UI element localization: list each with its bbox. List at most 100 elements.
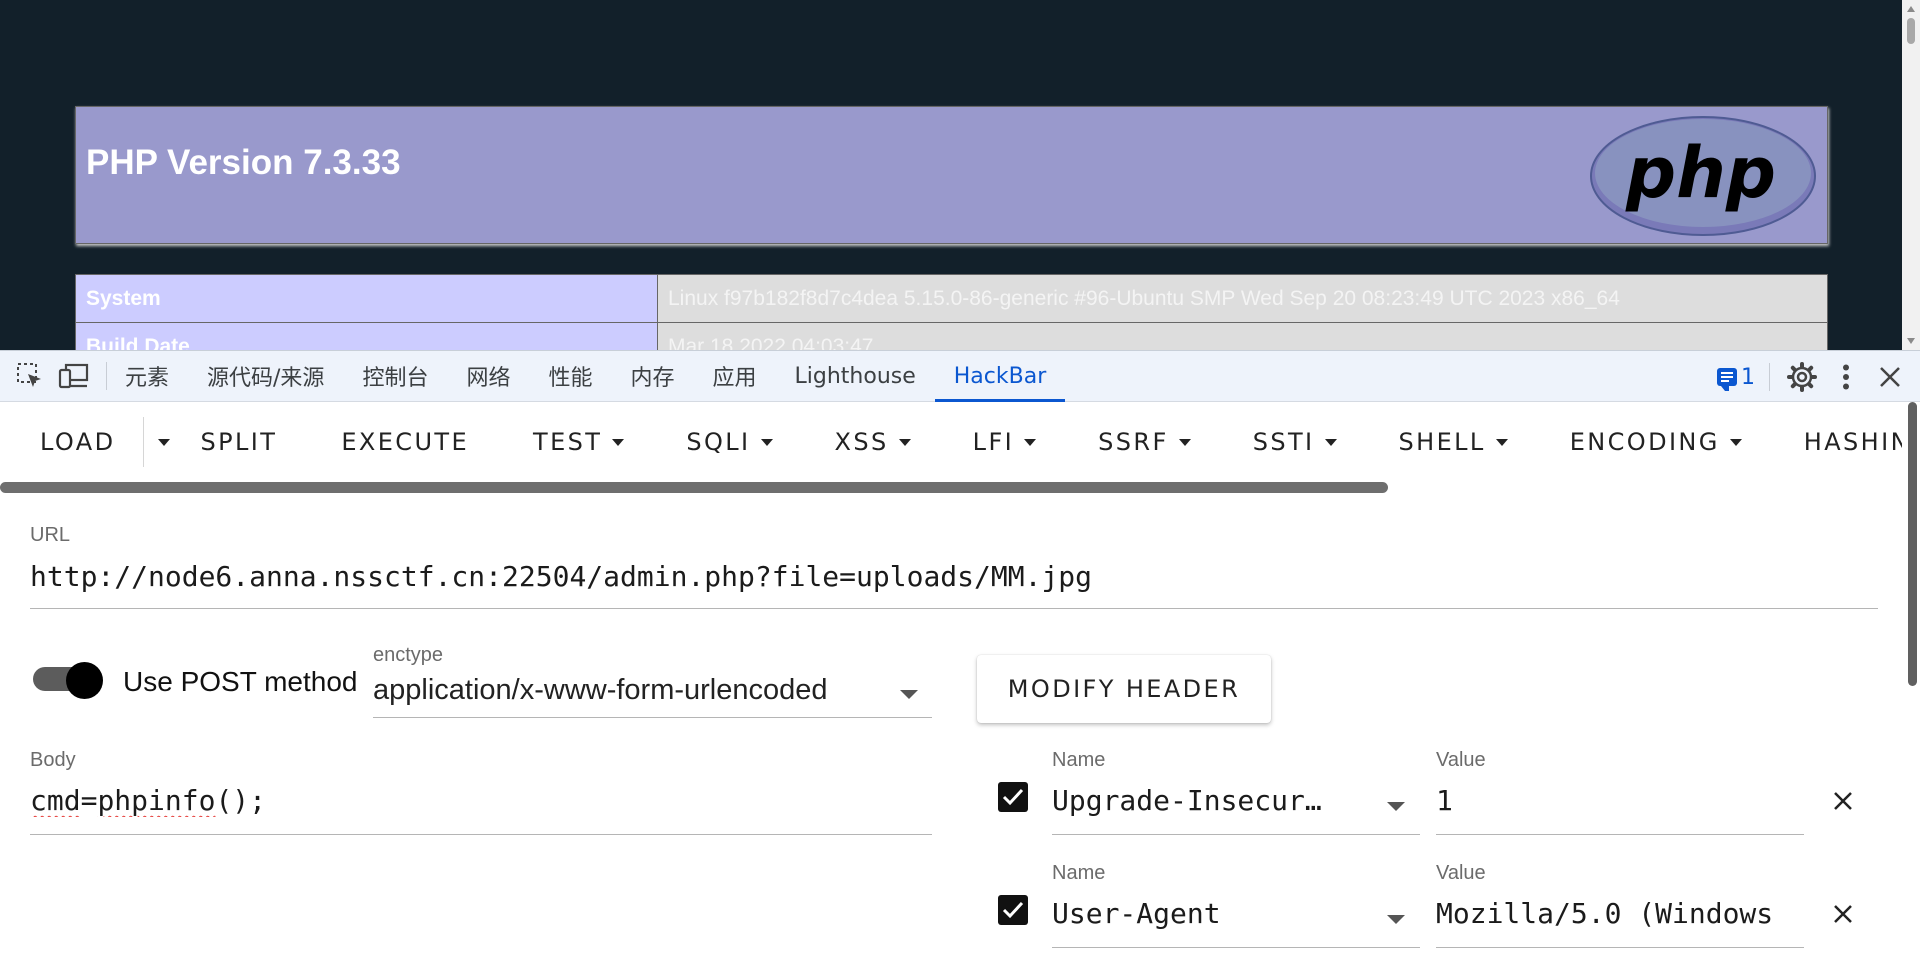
tab-hackbar[interactable]: HackBar: [934, 350, 1066, 402]
scrollbar-thumb[interactable]: [1908, 402, 1917, 686]
shell-menu-button[interactable]: SHELL: [1399, 402, 1508, 482]
php-header: PHP Version 7.3.33 php: [75, 106, 1828, 244]
enctype-dropdown-icon[interactable]: [900, 690, 918, 699]
ssti-menu-button[interactable]: SSTI: [1253, 402, 1337, 482]
header-value-label: Value: [1436, 862, 1486, 884]
body-underline: [30, 834, 932, 835]
test-menu-button[interactable]: TEST: [533, 402, 625, 482]
table-row: Build Date Mar 18 2022 04:03:47: [75, 322, 1828, 350]
issues-counter[interactable]: 1: [1717, 364, 1755, 391]
devtools-tab-bar: 元素 源代码/来源 控制台 网络 性能 内存 应用 Lighthouse Hac…: [0, 350, 1920, 402]
toolbar-divider: [1769, 363, 1770, 391]
hashing-menu-button[interactable]: HASHING: [1804, 402, 1902, 482]
scroll-down-arrow-icon[interactable]: [1907, 338, 1915, 344]
hackbar-panel: LOAD SPLIT EXECUTE TEST SQLI XSS LFI SSR…: [0, 402, 1920, 969]
tab-memory[interactable]: 内存: [611, 350, 693, 402]
check-icon: [1002, 901, 1024, 919]
row-value: Mar 18 2022 04:03:47: [657, 322, 1828, 350]
header-enabled-checkbox[interactable]: [998, 782, 1028, 812]
body-key: cmd: [30, 784, 81, 817]
header-name-label: Name: [1052, 862, 1106, 884]
row-label: System: [75, 274, 658, 323]
url-underline: [30, 608, 1878, 609]
php-logo: php: [1590, 116, 1816, 236]
load-button[interactable]: LOAD: [40, 402, 115, 482]
issues-count: 1: [1741, 364, 1755, 390]
chevron-down-icon: [898, 438, 911, 446]
body-rest: ();: [215, 784, 267, 817]
body-label: Body: [30, 749, 76, 771]
header-name-dropdown-icon[interactable]: [1387, 915, 1405, 924]
header-name-underline: [1052, 834, 1420, 835]
xss-menu-button[interactable]: XSS: [835, 402, 911, 482]
tab-sources[interactable]: 源代码/来源: [188, 350, 343, 402]
header-value-label: Value: [1436, 749, 1486, 771]
menu-label: ENCODING: [1569, 428, 1720, 456]
tab-network[interactable]: 网络: [447, 350, 529, 402]
menu-label: SHELL: [1398, 428, 1486, 456]
device-toolbar-icon[interactable]: [54, 356, 94, 396]
issues-icon: [1717, 368, 1737, 391]
inspect-element-icon[interactable]: [10, 356, 50, 396]
more-options-icon[interactable]: [1826, 357, 1866, 397]
page-scrollbar[interactable]: [1902, 0, 1920, 350]
close-devtools-icon[interactable]: [1870, 357, 1910, 397]
toolbar-horizontal-scrollbar[interactable]: [0, 482, 1388, 493]
url-label: URL: [30, 524, 71, 546]
header-name-underline: [1052, 947, 1420, 948]
hackbar-toolbar: LOAD SPLIT EXECUTE TEST SQLI XSS LFI SSR…: [0, 402, 1902, 482]
tab-lighthouse[interactable]: Lighthouse: [776, 350, 935, 402]
menu-label: TEST: [533, 428, 603, 456]
tab-application[interactable]: 应用: [694, 350, 776, 402]
chevron-down-icon: [1178, 438, 1191, 446]
ssrf-menu-button[interactable]: SSRF: [1098, 402, 1191, 482]
url-input[interactable]: http://node6.anna.nssctf.cn:22504/admin.…: [30, 560, 1878, 593]
devtools-right-controls: 1: [1717, 351, 1920, 403]
enctype-label: enctype: [373, 644, 444, 666]
remove-header-icon[interactable]: [1828, 899, 1858, 929]
split-button[interactable]: SPLIT: [200, 402, 277, 482]
tab-performance[interactable]: 性能: [529, 350, 611, 402]
scroll-up-arrow-icon[interactable]: [1907, 6, 1915, 12]
chevron-down-icon: [158, 438, 171, 446]
chevron-down-icon: [1729, 438, 1742, 446]
load-dropdown-button[interactable]: [154, 402, 171, 482]
body-textarea[interactable]: cmd=phpinfo();: [30, 784, 930, 817]
remove-header-icon[interactable]: [1828, 786, 1858, 816]
header-value-input[interactable]: Mozilla/5.0 (Windows: [1436, 897, 1804, 930]
header-name-select[interactable]: User-Agent: [1052, 897, 1352, 930]
row-value: Linux f97b182f8d7c4dea 5.15.0-86-generic…: [657, 274, 1828, 323]
body-eq: =: [80, 784, 98, 817]
enctype-select[interactable]: application/x-www-form-urlencoded: [373, 674, 903, 707]
chevron-down-icon: [1324, 438, 1337, 446]
post-toggle-knob[interactable]: [66, 662, 103, 699]
menu-label: XSS: [834, 428, 889, 456]
chevron-down-icon: [612, 438, 625, 446]
gear-icon[interactable]: [1782, 357, 1822, 397]
row-label: Build Date: [75, 322, 658, 350]
toolbar-divider: [106, 362, 107, 390]
menu-label: SQLI: [686, 428, 751, 456]
tab-elements[interactable]: 元素: [119, 350, 188, 402]
header-value-underline: [1436, 947, 1804, 948]
encoding-menu-button[interactable]: ENCODING: [1570, 402, 1742, 482]
check-icon: [1002, 788, 1024, 806]
lfi-menu-button[interactable]: LFI: [973, 402, 1037, 482]
page-viewport: PHP Version 7.3.33 php System Linux f97b…: [0, 0, 1920, 350]
sqli-menu-button[interactable]: SQLI: [686, 402, 773, 482]
hackbar-scrollbar[interactable]: [1902, 402, 1920, 969]
scrollbar-thumb[interactable]: [1907, 18, 1915, 44]
php-info-table: System Linux f97b182f8d7c4dea 5.15.0-86-…: [75, 274, 1828, 350]
header-name-select[interactable]: Upgrade-Insecur…: [1052, 784, 1352, 817]
menu-label: SSTI: [1252, 428, 1315, 456]
header-name-dropdown-icon[interactable]: [1387, 802, 1405, 811]
modify-header-button[interactable]: MODIFY HEADER: [977, 655, 1271, 723]
toolbar-divider: [143, 417, 145, 467]
header-enabled-checkbox[interactable]: [998, 895, 1028, 925]
table-row: System Linux f97b182f8d7c4dea 5.15.0-86-…: [75, 274, 1828, 323]
php-logo-text: php: [1625, 132, 1776, 214]
header-value-input[interactable]: 1: [1436, 784, 1804, 817]
body-func: phpinfo: [97, 784, 216, 817]
execute-button[interactable]: EXECUTE: [341, 402, 469, 482]
tab-console[interactable]: 控制台: [343, 350, 447, 402]
